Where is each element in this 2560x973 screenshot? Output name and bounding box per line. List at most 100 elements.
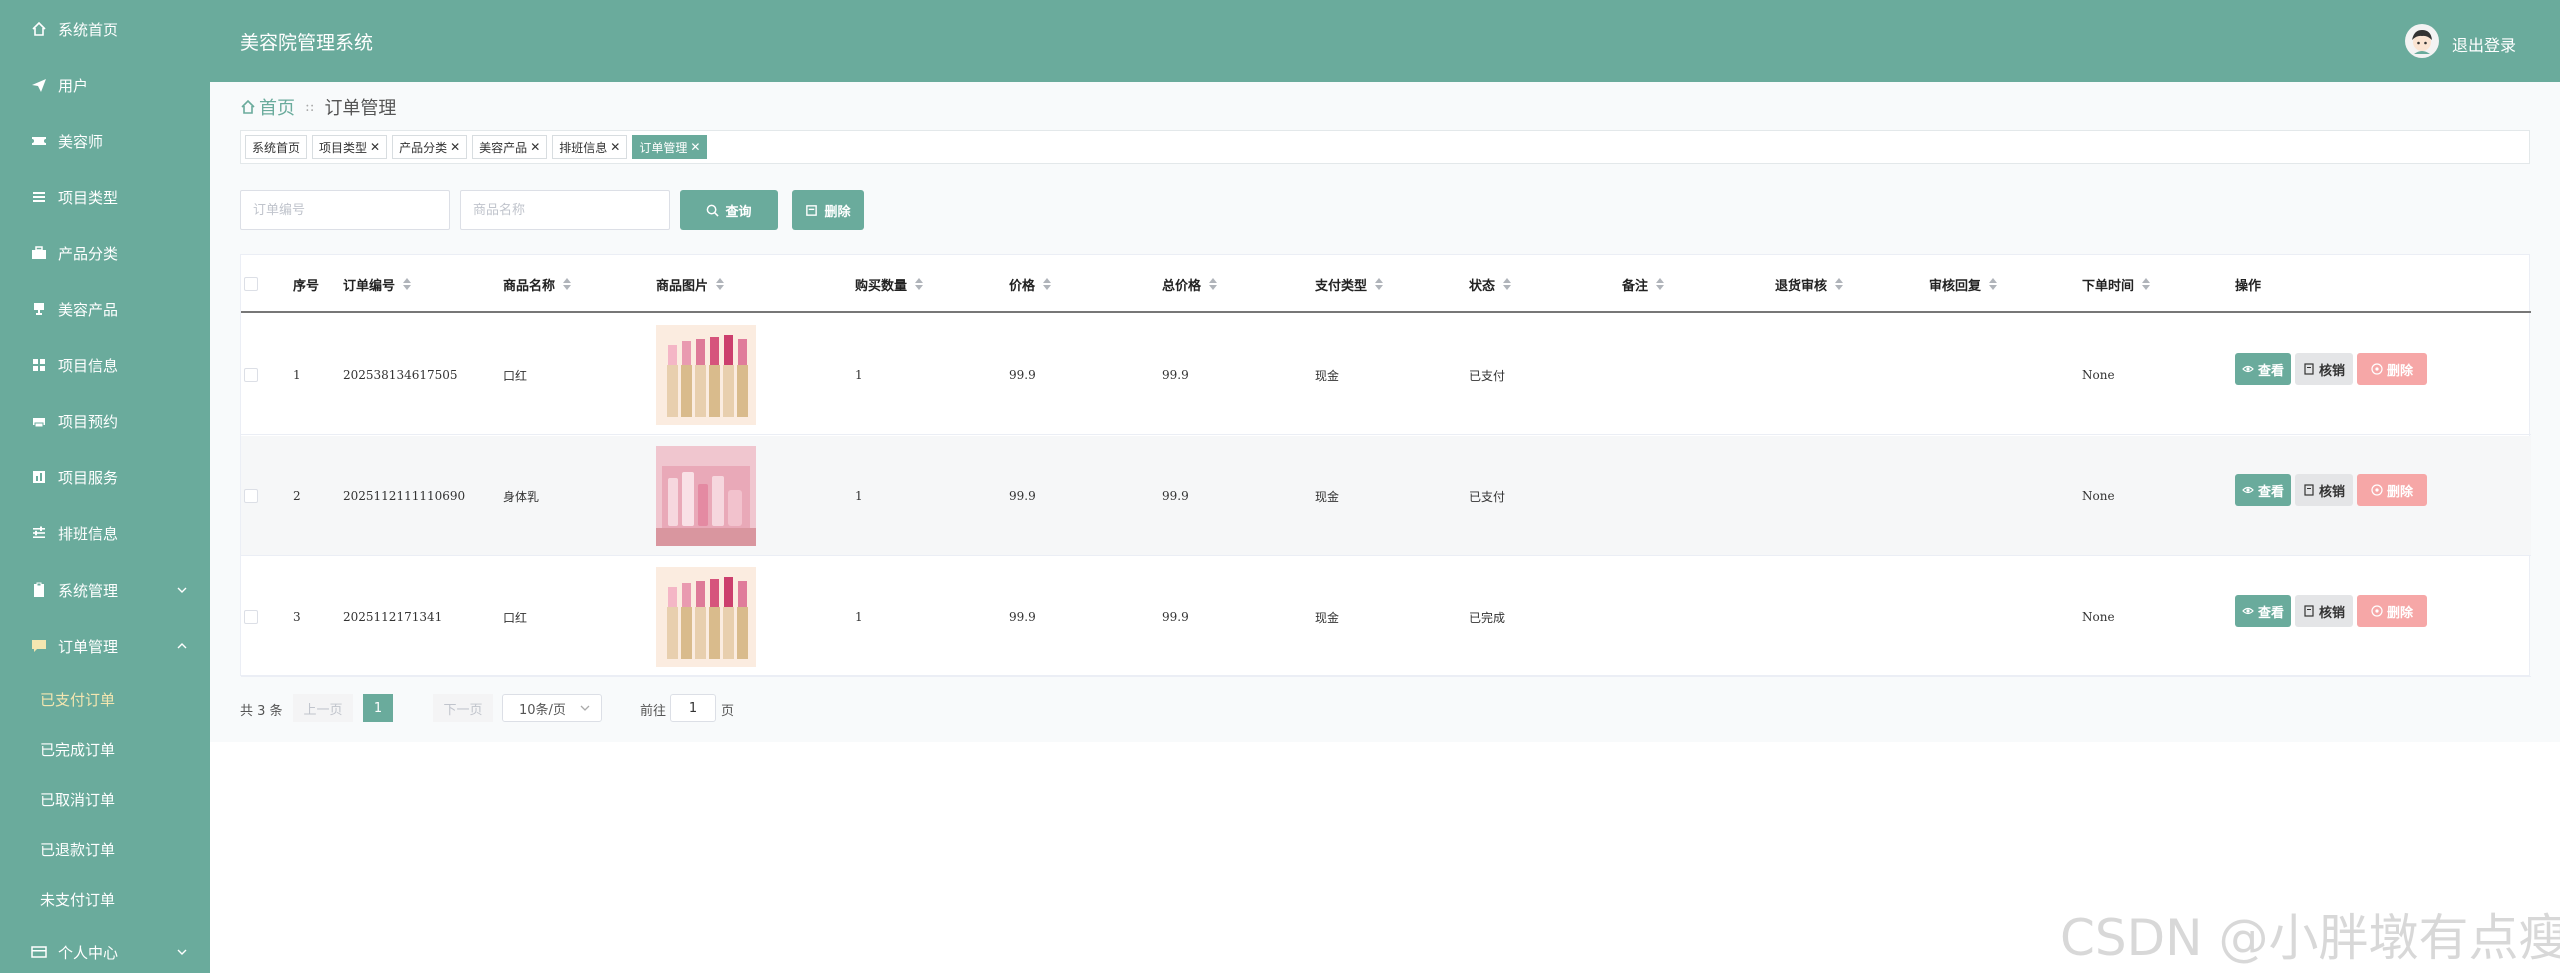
column-header-order-no[interactable]: 订单编号 [343, 255, 412, 313]
row-checkbox[interactable] [244, 368, 258, 382]
sidebar-sub-unpaid-orders[interactable]: 未支付订单 [0, 882, 210, 916]
cell-pay-type: 现金 [1315, 489, 1340, 504]
sidebar-item-home[interactable]: 系统首页 [0, 12, 210, 46]
goto-page-input[interactable] [670, 694, 716, 722]
next-page-button[interactable]: 下一页 [433, 694, 493, 722]
column-header-pay-type[interactable]: 支付类型 [1315, 255, 1384, 313]
sidebar-item-label: 订单管理 [58, 637, 119, 656]
message-icon [30, 637, 48, 655]
sort-icon[interactable] [915, 278, 924, 290]
column-header-status[interactable]: 状态 [1469, 255, 1512, 313]
tag-home[interactable]: 系统首页 [245, 135, 308, 159]
sort-icon[interactable] [563, 278, 572, 290]
view-button[interactable]: 查看 [2235, 595, 2291, 627]
sidebar-item-product-categories[interactable]: 产品分类 [0, 236, 210, 270]
tag-schedule[interactable]: 排班信息 ✕ [552, 135, 628, 159]
sidebar-sub-refunded-orders[interactable]: 已退款订单 [0, 832, 210, 866]
sidebar-sub-paid-orders[interactable]: 已支付订单 [0, 682, 210, 716]
sidebar-sub-cancelled-orders[interactable]: 已取消订单 [0, 782, 210, 816]
tag-beauty-products[interactable]: 美容产品 ✕ [472, 135, 548, 159]
logout-link[interactable]: 退出登录 [2452, 32, 2516, 56]
sort-icon[interactable] [1375, 278, 1384, 290]
column-header-review-reply[interactable]: 审核回复 [1929, 255, 1998, 313]
sort-icon[interactable] [716, 278, 725, 290]
cell-total: 99.9 [1162, 368, 1189, 382]
main-content: 首页 :: 订单管理 系统首页 项目类型 ✕ 产品分类 ✕ 美容产品 ✕ 排班信息 ✕ … [210, 82, 2560, 742]
sidebar-item-schedule[interactable]: 排班信息 [0, 516, 210, 550]
close-icon[interactable]: ✕ [370, 140, 380, 154]
sort-icon[interactable] [1209, 278, 1218, 290]
column-header-return-review[interactable]: 退货审核 [1775, 255, 1844, 313]
sort-icon[interactable] [403, 278, 412, 290]
sort-icon[interactable] [2142, 278, 2151, 290]
column-header-total[interactable]: 总价格 [1162, 255, 1218, 313]
delete-button[interactable]: 删除 [2357, 595, 2427, 627]
home-icon [241, 99, 255, 114]
lipstick-image [656, 325, 756, 425]
column-header-remark[interactable]: 备注 [1622, 255, 1665, 313]
sidebar-item-users[interactable]: 用户 [0, 68, 210, 102]
verify-button[interactable]: 核销 [2295, 595, 2353, 627]
bulk-delete-button[interactable]: 删除 [792, 190, 864, 230]
avatar[interactable] [2405, 24, 2439, 58]
verify-button[interactable]: 核销 [2295, 353, 2353, 385]
sidebar-item-order-management[interactable]: 订单管理 [0, 629, 210, 663]
page-size-select[interactable]: 10条/页 [502, 694, 602, 722]
cell-pay-type: 现金 [1315, 610, 1340, 625]
order-number-input[interactable] [240, 190, 450, 230]
close-icon[interactable]: ✕ [690, 140, 700, 154]
sidebar-item-system-management[interactable]: 系统管理 [0, 573, 210, 607]
prev-page-button[interactable]: 上一页 [293, 694, 353, 722]
close-icon[interactable]: ✕ [450, 140, 460, 154]
sort-icon[interactable] [1503, 278, 1512, 290]
sidebar-sub-completed-orders[interactable]: 已完成订单 [0, 732, 210, 766]
sidebar-item-project-service[interactable]: 项目服务 [0, 460, 210, 494]
sliders-icon [30, 524, 48, 542]
card-icon [30, 943, 48, 961]
sidebar-item-project-booking[interactable]: 项目预约 [0, 404, 210, 438]
close-icon[interactable]: ✕ [610, 140, 620, 154]
view-button[interactable]: 查看 [2235, 474, 2291, 506]
sort-icon[interactable] [1043, 278, 1052, 290]
column-header-quantity[interactable]: 购买数量 [855, 255, 924, 313]
breadcrumb-home-label: 首页 [259, 98, 295, 119]
sidebar-item-beauticians[interactable]: 美容师 [0, 124, 210, 158]
verify-button[interactable]: 核销 [2295, 474, 2353, 506]
sort-icon[interactable] [1989, 278, 1998, 290]
sort-icon[interactable] [1656, 278, 1665, 290]
cell-product: 身体乳 [503, 489, 540, 504]
sidebar-item-label: 美容师 [58, 132, 104, 151]
view-button[interactable]: 查看 [2235, 353, 2291, 385]
sidebar-item-beauty-products[interactable]: 美容产品 [0, 292, 210, 326]
select-all-checkbox[interactable] [244, 277, 258, 291]
row-checkbox[interactable] [244, 489, 258, 503]
tag-product-categories[interactable]: 产品分类 ✕ [392, 135, 468, 159]
column-header-order-time[interactable]: 下单时间 [2082, 255, 2151, 313]
sidebar-item-project-types[interactable]: 项目类型 [0, 180, 210, 214]
column-header-actions: 操作 [2235, 278, 2262, 294]
column-header-image[interactable]: 商品图片 [656, 255, 725, 313]
row-checkbox[interactable] [244, 610, 258, 624]
table-row: 2 2025112111110690 身体乳 1 99.9 99.9 现金 已支… [241, 436, 2531, 556]
sidebar-item-personal-center[interactable]: 个人中心 [0, 935, 210, 969]
breadcrumb-current: 订单管理 [324, 98, 397, 119]
delete-button[interactable]: 删除 [2357, 353, 2427, 385]
tag-order-management[interactable]: 订单管理 ✕ [632, 135, 708, 159]
tag-project-types[interactable]: 项目类型 ✕ [312, 135, 388, 159]
query-button[interactable]: 查询 [680, 190, 778, 230]
column-header-price[interactable]: 价格 [1009, 255, 1052, 313]
delete-button[interactable]: 删除 [2357, 474, 2427, 506]
tag-label: 排班信息 [559, 140, 608, 155]
delete-label: 删除 [824, 204, 851, 220]
cell-index: 3 [293, 610, 301, 624]
delete-circle-icon [2371, 605, 2383, 617]
cell-price: 99.9 [1009, 368, 1036, 382]
eye-icon [2242, 607, 2254, 615]
column-header-product[interactable]: 商品名称 [503, 255, 572, 313]
breadcrumb-home[interactable]: 首页 [240, 94, 295, 120]
current-page[interactable]: 1 [363, 694, 393, 722]
sidebar-item-project-info[interactable]: 项目信息 [0, 348, 210, 382]
close-icon[interactable]: ✕ [530, 140, 540, 154]
sort-icon[interactable] [1835, 278, 1844, 290]
product-name-input[interactable] [460, 190, 670, 230]
